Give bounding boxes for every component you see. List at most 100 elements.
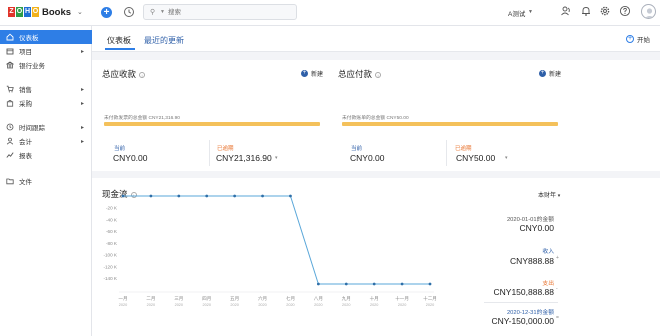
quick-create-button[interactable]: +	[101, 7, 112, 18]
cashflow-outgoing-label: 支出	[542, 281, 554, 287]
sidebar-item-label: 会计	[19, 139, 32, 146]
search-icon: ⚲	[150, 9, 156, 16]
x-tick-label: 三月	[174, 296, 183, 302]
gear-icon[interactable]	[599, 5, 611, 17]
x-tick-sublabel: 2020	[370, 303, 378, 307]
getting-started-link[interactable]: + 开始	[626, 34, 650, 44]
cashflow-period-select[interactable]: 本财年 ▾	[538, 190, 560, 199]
sidebar-item-label: 销售	[19, 87, 32, 94]
x-tick-sublabel: 2020	[342, 303, 350, 307]
sidebar-item-label: 项目	[19, 49, 32, 56]
x-tick-sublabel: 2020	[398, 303, 406, 307]
search-input[interactable]	[168, 7, 288, 18]
payables-new-button[interactable]: + 新建	[539, 69, 561, 78]
incoming-plus-icon: +	[556, 255, 559, 261]
chevron-right-icon: ▸	[80, 100, 84, 107]
sidebar-item-accountant[interactable]: 会计 ▸	[0, 134, 92, 148]
x-tick-label: 七月	[286, 295, 295, 302]
divider	[484, 302, 558, 303]
bell-icon[interactable]	[580, 5, 592, 17]
payables-overdue-label: 已逾期	[455, 146, 472, 152]
data-point	[372, 282, 376, 286]
chevron-right-icon: ▸	[80, 124, 84, 131]
cashflow-incoming-value: CNY888.88	[510, 256, 554, 266]
data-point	[261, 194, 264, 198]
data-point	[289, 194, 292, 198]
search-box[interactable]: ⚲ ▼	[143, 4, 297, 20]
x-tick-label: 一月	[118, 296, 127, 302]
top-bar: ZOHO Books ⌄ + ⚲ ▼ A测试 ▼	[0, 0, 660, 26]
payables-overdue-value[interactable]: CNY50.00	[456, 153, 495, 163]
x-tick-label: 九月	[342, 295, 351, 302]
plus-circle-icon: +	[626, 35, 634, 43]
sidebar-item-label: 报表	[19, 153, 32, 160]
help-icon[interactable]	[619, 5, 631, 17]
plus-icon: +	[539, 70, 546, 77]
data-point	[205, 194, 209, 198]
data-point	[233, 194, 237, 198]
x-tick-label: 十一月	[395, 295, 409, 302]
person-icon	[6, 137, 14, 145]
app-logo[interactable]: ZOHO Books ⌄	[8, 6, 83, 18]
cashflow-closing-label: 2020-12-31的金额	[506, 310, 554, 316]
y-tick-label: -140 K	[103, 276, 117, 281]
x-tick-sublabel: 2020	[286, 303, 294, 307]
x-tick-label: 八月	[314, 296, 323, 302]
x-tick-label: 四月	[202, 296, 211, 302]
sidebar-item-banking[interactable]: 银行业务	[0, 58, 92, 72]
x-tick-sublabel: 2020	[230, 303, 238, 307]
y-tick-label: 0	[114, 194, 117, 199]
chevron-right-icon: ▸	[80, 86, 84, 93]
data-point	[121, 194, 125, 198]
chevron-down-icon: ▾	[557, 193, 561, 199]
sidebar-item-time-tracking[interactable]: 时间跟踪 ▸	[0, 120, 92, 134]
x-tick-sublabel: 2020	[203, 303, 211, 307]
sidebar-item-items[interactable]: 项目 ▸	[0, 44, 92, 58]
home-icon	[6, 33, 14, 41]
closing-equals-icon: =	[556, 315, 559, 321]
outgoing-minus-icon: -	[556, 286, 558, 292]
cashflow-opening-value: CNY0.00	[519, 223, 555, 233]
getting-started-label: 开始	[637, 37, 650, 44]
cashflow-period-label: 本财年	[538, 193, 557, 199]
clock-icon	[6, 123, 14, 131]
sidebar-item-label: 采购	[19, 101, 32, 108]
sidebar-item-reports[interactable]: 报表	[0, 148, 92, 162]
payables-new-label: 新建	[549, 72, 562, 78]
y-tick-label: -60 K	[106, 229, 118, 234]
history-icon[interactable]	[123, 6, 135, 18]
x-tick-label: 十二月	[423, 295, 437, 302]
x-tick-sublabel: 2020	[426, 303, 434, 307]
cashflow-opening-label: 2020-01-01的金额	[506, 217, 554, 223]
sidebar-item-label: 银行业务	[19, 63, 45, 70]
x-tick-label: 五月	[230, 296, 239, 302]
sidebar-item-dashboard[interactable]: 仪表板	[0, 30, 92, 44]
y-tick-label: -40 K	[106, 217, 118, 222]
sidebar-item-purchases[interactable]: 采购 ▸	[0, 96, 92, 110]
sidebar-item-documents[interactable]: 文件	[0, 174, 92, 188]
sidebar-item-label: 仪表板	[19, 35, 39, 42]
search-filter-chevron-icon[interactable]: ▼	[160, 9, 165, 15]
chevron-right-icon: ▸	[80, 138, 84, 145]
data-point	[428, 282, 432, 286]
team-icon[interactable]	[560, 5, 572, 17]
x-tick-sublabel: 2020	[147, 303, 155, 307]
x-tick-sublabel: 2020	[119, 303, 127, 307]
data-point	[400, 282, 404, 286]
organization-name[interactable]: A测试	[508, 8, 525, 18]
data-point	[149, 194, 153, 198]
y-tick-label: -120 K	[103, 264, 117, 269]
cashflow-series-line	[123, 195, 430, 285]
user-avatar[interactable]	[641, 4, 656, 19]
chevron-right-icon: ▸	[80, 48, 84, 55]
chart-icon	[6, 152, 14, 158]
org-chevron-down-icon[interactable]: ▼	[528, 9, 533, 15]
x-tick-label: 二月	[146, 296, 155, 302]
payables-overdue-chevron-icon[interactable]: ▾	[505, 155, 508, 161]
cashflow-closing-value: CNY-150,000.00	[491, 316, 554, 326]
sidebar-item-sales[interactable]: 销售 ▸	[0, 82, 92, 96]
sidebar: 仪表板 项目 ▸ 银行业务 销售 ▸ 采购 ▸ 时间跟踪 ▸ 会计 ▸ 报表 文…	[0, 26, 92, 336]
folder-icon	[6, 178, 14, 185]
user-avatar-icon	[645, 8, 654, 18]
bag-icon	[6, 100, 14, 107]
